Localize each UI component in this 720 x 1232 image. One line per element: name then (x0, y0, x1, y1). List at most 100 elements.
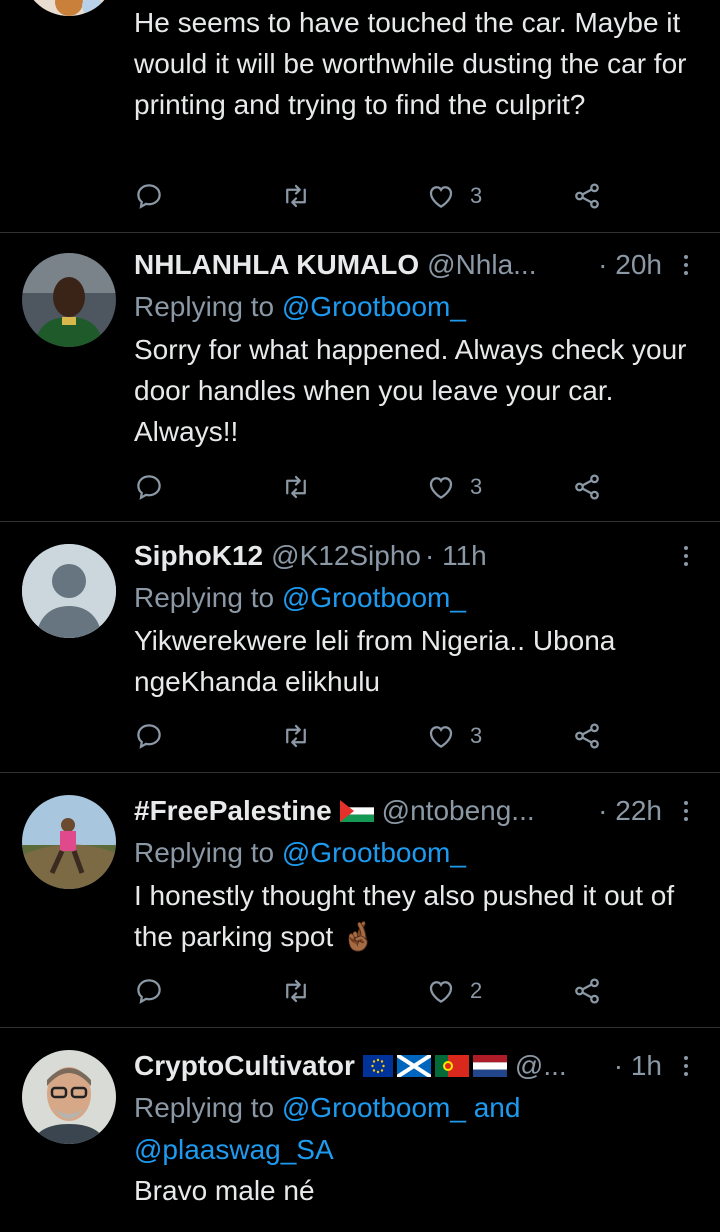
tweet-header: CryptoCultivator @... · 1h (134, 1046, 692, 1086)
more-icon[interactable] (676, 791, 696, 831)
replying-prefix: Replying to (134, 837, 275, 868)
retweet-icon (286, 724, 306, 748)
retweet-button[interactable] (280, 971, 312, 1011)
timestamp[interactable]: · 1h (614, 1050, 662, 1082)
reply-button[interactable] (134, 971, 164, 1011)
replying-prefix: Replying to (134, 582, 275, 613)
tweet-actions: 3 (134, 467, 614, 507)
retweet-button[interactable] (280, 176, 312, 216)
reply-button[interactable] (134, 716, 164, 756)
like-count: 2 (470, 978, 483, 1003)
display-name[interactable]: #FreePalestine (134, 795, 332, 827)
tweet-body: Bravo male né (134, 1175, 315, 1206)
tweet-0[interactable]: He seems to have touched the car. Maybe … (0, 0, 720, 232)
tweet-content: He seems to have touched the car. Maybe … (134, 2, 692, 125)
avatar-image (22, 1050, 116, 1144)
timestamp[interactable]: · 11h (425, 540, 487, 572)
user-handle[interactable]: @... (515, 1050, 567, 1082)
replying-to: Replying to @Grootboom_ and (134, 1086, 692, 1130)
tweet-header: SiphoK12 @K12Sipho · 11h (134, 536, 692, 576)
tweet-content: SiphoK12 @K12Sipho · 11h Replying to @Gr… (134, 536, 692, 702)
tweet-header: #FreePalestine @ntobeng... · 22h (134, 791, 692, 831)
share-icon (575, 183, 599, 209)
retweet-icon (286, 979, 306, 1003)
reply-button[interactable] (134, 467, 164, 507)
tweet-body: Yikwerekwere leli from Nigeria.. Ubona n… (134, 625, 616, 697)
tweet-4[interactable]: CryptoCultivator @... · 1h Replying to @… (0, 1028, 720, 1232)
avatar-image (22, 0, 116, 16)
tweet-header: NHLANHLA KUMALO @Nhla... · 20h (134, 245, 692, 285)
replying-prefix: Replying to (134, 291, 275, 322)
avatar[interactable] (22, 544, 116, 638)
replying-to: Replying to @Grootboom_ (134, 576, 692, 620)
avatar[interactable] (22, 0, 116, 16)
share-button[interactable] (572, 716, 602, 756)
share-icon (575, 978, 599, 1004)
default-avatar-icon (22, 544, 116, 638)
like-count: 3 (470, 723, 483, 748)
user-handle[interactable]: @K12Sipho (271, 540, 421, 572)
retweet-button[interactable] (280, 467, 312, 507)
replying-to: Replying to @Grootboom_ (134, 831, 692, 875)
tweet-body: I honestly thought they also pushed it o… (134, 880, 675, 952)
tweet-actions: 3 (134, 176, 614, 216)
portugal-flag-icon (434, 1055, 469, 1077)
user-handle[interactable]: @ntobeng... (382, 795, 535, 827)
tweet-body: He seems to have touched the car. Maybe … (134, 7, 687, 120)
tweet-3[interactable]: #FreePalestine @ntobeng... · 22h Replyin… (0, 773, 720, 1027)
mention-link[interactable]: @Grootboom_ (282, 291, 466, 322)
scotland-flag-icon (396, 1055, 431, 1077)
avatar[interactable] (22, 795, 116, 889)
like-icon (429, 477, 453, 499)
display-name[interactable]: NHLANHLA KUMALO (134, 249, 419, 281)
more-icon[interactable] (676, 1046, 696, 1086)
tweet-body: Sorry for what happened. Always check yo… (134, 334, 687, 447)
reply-icon (137, 724, 161, 749)
share-button[interactable] (572, 971, 602, 1011)
retweet-icon (286, 475, 306, 499)
share-button[interactable] (572, 176, 602, 216)
like-button[interactable]: 3 (426, 176, 482, 216)
avatar-image (22, 253, 116, 347)
tweet-content: #FreePalestine @ntobeng... · 22h Replyin… (134, 791, 692, 957)
avatar-image (22, 795, 116, 889)
share-icon (575, 474, 599, 500)
avatar[interactable] (22, 253, 116, 347)
tweet-actions: 3 (134, 716, 614, 756)
tweet-actions: 2 (134, 971, 614, 1011)
like-button[interactable]: 3 (426, 467, 482, 507)
display-name[interactable]: SiphoK12 (134, 540, 263, 572)
mention-link[interactable]: @Grootboom_ and (282, 1092, 521, 1123)
more-icon[interactable] (676, 245, 696, 285)
reply-icon (137, 979, 161, 1004)
mention-link[interactable]: @Grootboom_ (282, 582, 466, 613)
palestine-flag-icon (339, 800, 374, 822)
timestamp[interactable]: · 22h (598, 795, 662, 827)
reply-button[interactable] (134, 176, 164, 216)
share-button[interactable] (572, 467, 602, 507)
like-button[interactable]: 2 (426, 971, 482, 1011)
like-count: 3 (470, 474, 483, 499)
tweet-1[interactable]: NHLANHLA KUMALO @Nhla... · 20h Replying … (0, 233, 720, 521)
like-count: 3 (470, 183, 483, 208)
reply-icon (137, 184, 161, 209)
like-icon (429, 726, 453, 748)
more-icon[interactable] (676, 536, 696, 576)
like-button[interactable]: 3 (426, 716, 482, 756)
mention-link[interactable]: @Grootboom_ (282, 837, 466, 868)
like-icon (429, 186, 453, 208)
replying-prefix: Replying to (134, 1092, 275, 1123)
display-name[interactable]: CryptoCultivator (134, 1050, 355, 1082)
timestamp[interactable]: · 20h (598, 249, 662, 281)
avatar[interactable] (22, 1050, 116, 1144)
tweet-2[interactable]: SiphoK12 @K12Sipho · 11h Replying to @Gr… (0, 522, 720, 772)
mention-link[interactable]: @plaaswag_SA (134, 1130, 692, 1170)
retweet-button[interactable] (280, 716, 312, 756)
user-handle[interactable]: @Nhla... (427, 249, 536, 281)
reply-icon (137, 475, 161, 500)
eu-flag-icon (362, 1055, 393, 1077)
retweet-icon (286, 184, 306, 208)
tweet-content: NHLANHLA KUMALO @Nhla... · 20h Replying … (134, 245, 692, 452)
tweet-content: CryptoCultivator @... · 1h Replying to @… (134, 1046, 692, 1211)
replying-to: Replying to @Grootboom_ (134, 285, 692, 329)
